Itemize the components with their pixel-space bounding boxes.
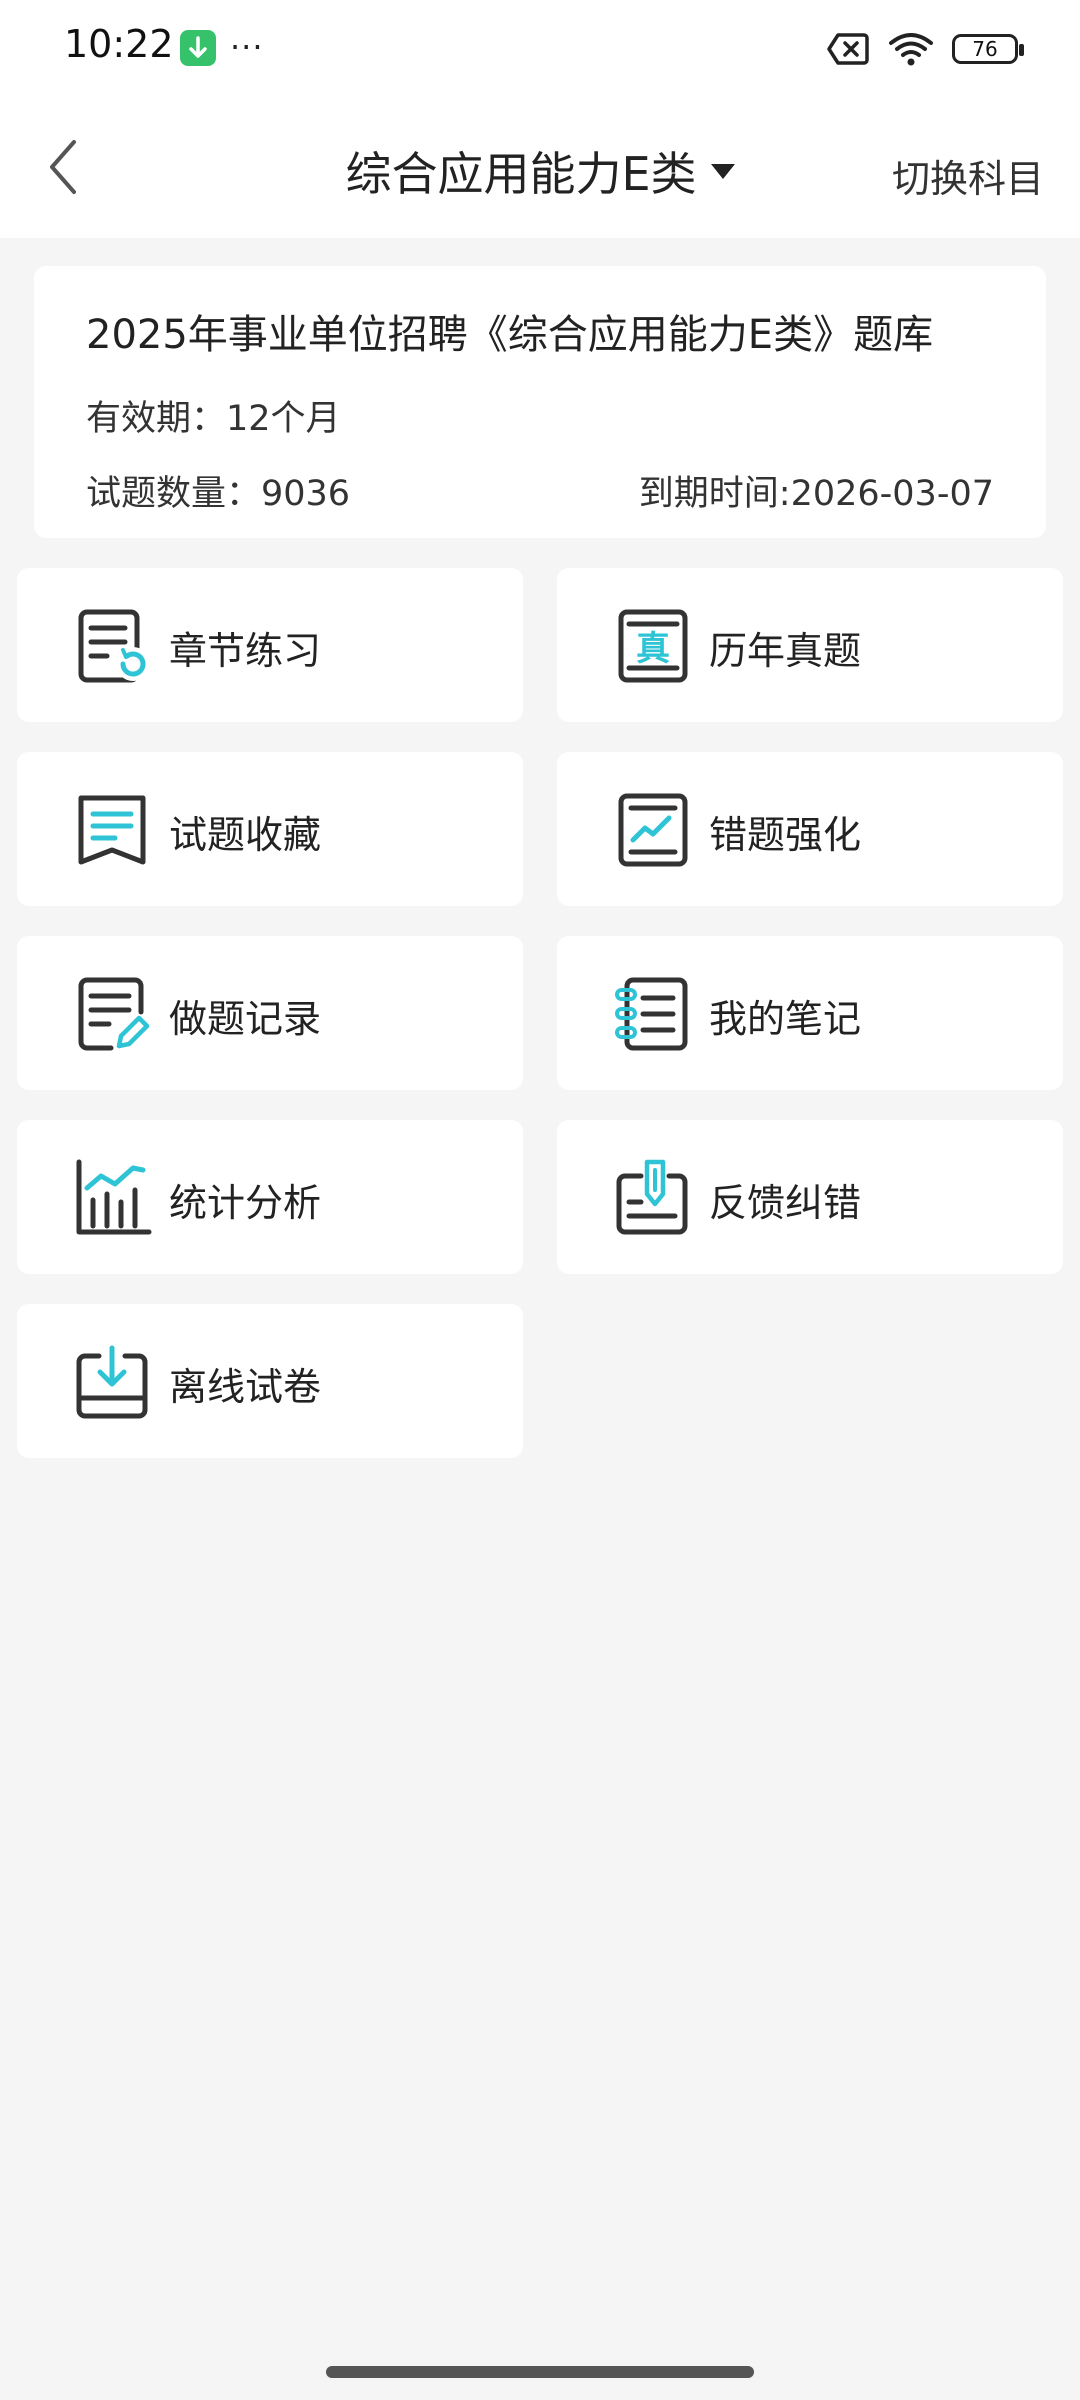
menu-label: 历年真题 bbox=[709, 629, 862, 673]
svg-text:真: 真 bbox=[636, 629, 670, 669]
menu-feedback[interactable]: 反馈纠错 bbox=[557, 1120, 1063, 1274]
wifi-icon bbox=[889, 33, 933, 66]
menu-records[interactable]: 做题记录 bbox=[17, 936, 523, 1090]
menu-offline-papers[interactable]: 离线试卷 bbox=[17, 1304, 523, 1458]
status-bar: 10:22 ··· 76 bbox=[0, 0, 1080, 96]
page-title: 综合应用能力E类 bbox=[345, 147, 697, 201]
menu-label: 离线试卷 bbox=[169, 1365, 322, 1409]
statistics-icon bbox=[76, 1159, 152, 1235]
menu-label: 做题记录 bbox=[169, 997, 322, 1041]
chapter-practice-icon bbox=[78, 609, 150, 683]
menu-label: 统计分析 bbox=[169, 1181, 322, 1225]
status-icons: 76 bbox=[826, 28, 1024, 70]
caret-down-icon bbox=[710, 163, 735, 179]
menu-chapter-practice[interactable]: 章节练习 bbox=[17, 568, 523, 722]
status-more-icon: ··· bbox=[230, 28, 264, 66]
question-bank-title: 2025年事业单位招聘《综合应用能力E类》题库 bbox=[86, 312, 934, 358]
past-exams-icon: 真 bbox=[618, 609, 688, 683]
feedback-icon bbox=[616, 1159, 688, 1235]
validity-text: 有效期：12个月 bbox=[86, 399, 341, 439]
menu-favorites[interactable]: 试题收藏 bbox=[17, 752, 523, 906]
no-sim-icon bbox=[827, 33, 869, 65]
count-expire-row: 试题数量：9036 到期时间:2026-03-07 bbox=[86, 465, 994, 516]
favorites-icon bbox=[78, 795, 146, 865]
feature-menu: 章节练习 真 历年真题 试题收藏 错题强化 做题记录 我的笔记 统计分析 反馈纠… bbox=[17, 568, 1063, 1458]
offline-papers-icon bbox=[76, 1345, 148, 1419]
menu-label: 章节练习 bbox=[169, 629, 322, 673]
menu-label: 反馈纠错 bbox=[709, 1181, 862, 1225]
menu-mistakes[interactable]: 错题强化 bbox=[557, 752, 1063, 906]
question-bank-info-card: 2025年事业单位招聘《综合应用能力E类》题库 有效期：12个月 试题数量：90… bbox=[34, 266, 1046, 538]
notes-icon bbox=[615, 977, 688, 1051]
home-indicator[interactable] bbox=[326, 2366, 754, 2378]
app-header: 综合应用能力E类 切换科目 bbox=[0, 96, 1080, 238]
menu-notes[interactable]: 我的笔记 bbox=[557, 936, 1063, 1090]
menu-label: 错题强化 bbox=[709, 813, 862, 857]
records-icon bbox=[78, 977, 150, 1051]
status-time: 10:22 bbox=[64, 22, 174, 66]
menu-label: 试题收藏 bbox=[169, 813, 322, 857]
download-icon bbox=[180, 30, 216, 66]
menu-statistics[interactable]: 统计分析 bbox=[17, 1120, 523, 1274]
validity-row: 有效期：12个月 bbox=[86, 390, 994, 441]
switch-subject-button[interactable]: 切换科目 bbox=[892, 148, 1044, 203]
menu-past-exams[interactable]: 真 历年真题 bbox=[557, 568, 1063, 722]
battery-icon: 76 bbox=[952, 34, 1024, 64]
mistakes-icon bbox=[618, 793, 688, 867]
menu-label: 我的笔记 bbox=[709, 997, 862, 1041]
question-count-text: 试题数量：9036 bbox=[86, 474, 351, 514]
expire-date-text: 到期时间:2026-03-07 bbox=[638, 474, 994, 514]
